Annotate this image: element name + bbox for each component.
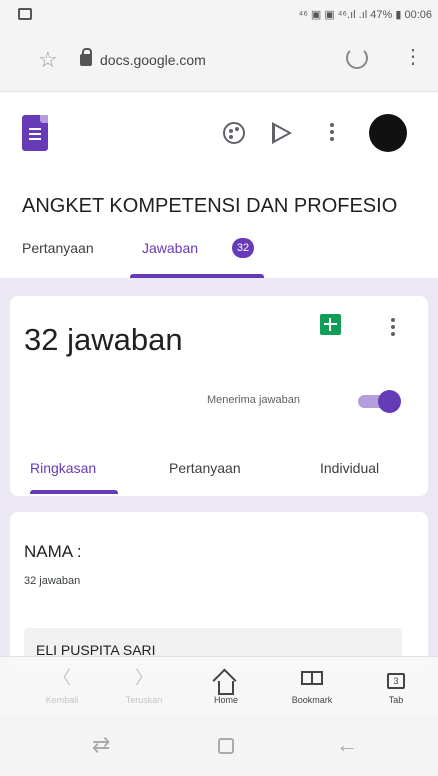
- avatar[interactable]: [369, 114, 407, 152]
- question-title: NAMA :: [24, 542, 82, 561]
- tab-count: 3: [387, 673, 405, 689]
- bookmark-icon: [272, 667, 352, 689]
- tabs-label: Tab: [388, 695, 404, 705]
- back-nav-icon[interactable]: ←: [336, 734, 358, 756]
- browser-menu-icon[interactable]: ⋮: [403, 47, 423, 67]
- browser-url-bar: ☆ docs.google.com ⋮: [0, 30, 438, 92]
- toggle-knob: [378, 390, 401, 413]
- accepting-responses-label: Menerima jawaban: [207, 394, 300, 406]
- active-subtab-indicator: [30, 490, 118, 494]
- screenshot-notification-icon: [18, 8, 32, 20]
- palette-icon[interactable]: [223, 122, 245, 144]
- status-bar: ⁴⁶ ▣ ▣ ⁴⁶.ıl .ıl 47% ▮ 00:06: [0, 0, 438, 30]
- form-title: ANGKET KOMPETENSI DAN PROFESIO: [22, 195, 398, 217]
- home-icon: [186, 667, 266, 695]
- browser-bottom-bar: 〈 Kembali 〉 Teruskan Home Bookmark 3 Tab: [0, 656, 438, 716]
- lock-icon: [80, 48, 92, 66]
- active-tab-indicator: [130, 274, 264, 278]
- status-indicators: ⁴⁶ ▣ ▣ ⁴⁶.ıl .ıl 47% ▮ 00:06: [298, 9, 432, 21]
- subtab-individual[interactable]: Individual: [320, 460, 379, 476]
- subtab-summary[interactable]: Ringkasan: [30, 460, 96, 476]
- recent-apps-icon[interactable]: ⇄: [92, 734, 110, 756]
- sheets-icon[interactable]: [320, 314, 341, 335]
- question-response-count: 32 jawaban: [24, 575, 81, 587]
- send-icon[interactable]: [272, 122, 292, 144]
- tabs-button[interactable]: 3 Tab: [356, 657, 436, 717]
- back-icon: 〈: [53, 668, 71, 688]
- back-button[interactable]: 〈 Kembali: [22, 657, 102, 717]
- responses-summary-card: 32 jawaban Menerima jawaban Ringkasan Pe…: [10, 296, 428, 496]
- url-text[interactable]: docs.google.com: [100, 52, 206, 68]
- accepting-responses-toggle[interactable]: [354, 390, 402, 413]
- home-label: Home: [213, 695, 238, 705]
- responses-more-icon[interactable]: [391, 318, 395, 339]
- back-label: Kembali: [45, 695, 79, 705]
- tabs-icon: 3: [356, 667, 436, 689]
- response-count: 32 jawaban: [24, 322, 183, 357]
- star-icon[interactable]: ☆: [38, 47, 58, 73]
- more-options-icon[interactable]: [330, 123, 334, 144]
- home-nav-icon[interactable]: [218, 738, 234, 754]
- tab-responses[interactable]: Jawaban: [142, 240, 198, 256]
- responses-count-badge: 32: [232, 238, 254, 258]
- forward-button[interactable]: 〉 Teruskan: [104, 657, 184, 717]
- bookmark-button[interactable]: Bookmark: [272, 657, 352, 717]
- forward-icon: 〉: [135, 668, 153, 688]
- forms-header: ANGKET KOMPETENSI DAN PROFESIO Pertanyaa…: [0, 92, 438, 278]
- question-card: NAMA : 32 jawaban ELI PUSPITA SARI: [10, 512, 428, 672]
- bookmark-label: Bookmark: [291, 695, 333, 705]
- google-forms-icon[interactable]: [22, 115, 48, 151]
- home-button[interactable]: Home: [186, 657, 266, 717]
- reload-icon[interactable]: [346, 47, 368, 69]
- android-nav-bar: ⇄ ←: [0, 716, 438, 776]
- tab-questions[interactable]: Pertanyaan: [22, 240, 94, 256]
- subtab-questions[interactable]: Pertanyaan: [169, 460, 241, 476]
- forward-label: Teruskan: [125, 695, 163, 705]
